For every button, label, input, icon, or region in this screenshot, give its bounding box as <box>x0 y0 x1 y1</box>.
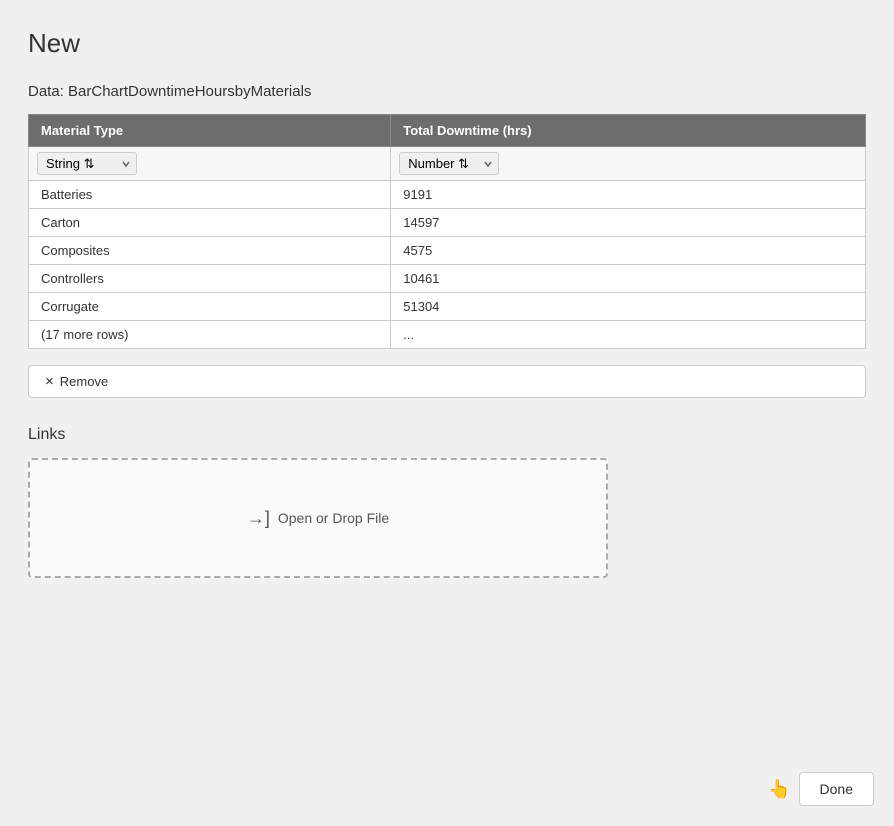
cell-material: Composites <box>29 237 391 265</box>
cell-downtime: 14597 <box>391 209 866 237</box>
table-row: Carton 14597 <box>29 209 866 237</box>
cell-material: Corrugate <box>29 293 391 321</box>
cell-downtime: 51304 <box>391 293 866 321</box>
open-file-icon: →] <box>247 508 270 529</box>
col-header-material-type: Material Type <box>29 115 391 147</box>
done-button[interactable]: Done <box>799 772 874 806</box>
remove-button[interactable]: × Remove <box>28 365 866 398</box>
data-table: Material Type Total Downtime (hrs) Strin… <box>28 114 866 349</box>
cell-downtime: 4575 <box>391 237 866 265</box>
cell-material: Batteries <box>29 181 391 209</box>
cell-material: Controllers <box>29 265 391 293</box>
cell-more-rows: (17 more rows) <box>29 321 391 349</box>
cursor-icon: 👆 <box>768 779 790 800</box>
type-selector-cell-material[interactable]: String ⇅ Number Boolean <box>29 147 391 181</box>
table-row: Batteries 9191 <box>29 181 866 209</box>
x-icon: × <box>45 373 54 390</box>
table-row: Composites 4575 <box>29 237 866 265</box>
cell-downtime: 10461 <box>391 265 866 293</box>
type-selector-cell-downtime[interactable]: Number ⇅ String Boolean <box>391 147 866 181</box>
table-row: Controllers 10461 <box>29 265 866 293</box>
drop-zone-content: →] Open or Drop File <box>247 508 389 529</box>
cell-more-rows-value: ... <box>391 321 866 349</box>
type-selector-row: String ⇅ Number Boolean Number ⇅ String … <box>29 147 866 181</box>
col-header-total-downtime: Total Downtime (hrs) <box>391 115 866 147</box>
page-container: New Data: BarChartDowntimeHoursbyMateria… <box>0 0 894 826</box>
table-row-more: (17 more rows) ... <box>29 321 866 349</box>
drop-zone[interactable]: →] Open or Drop File <box>28 458 608 578</box>
done-label: Done <box>820 781 853 797</box>
material-type-select[interactable]: String ⇅ Number Boolean <box>37 152 137 175</box>
cell-downtime: 9191 <box>391 181 866 209</box>
page-title: New <box>28 28 866 59</box>
links-section: Links →] Open or Drop File <box>28 426 866 578</box>
drop-zone-label: Open or Drop File <box>278 510 389 526</box>
downtime-type-select[interactable]: Number ⇅ String Boolean <box>399 152 499 175</box>
remove-label: Remove <box>60 374 108 389</box>
data-section-label: Data: BarChartDowntimeHoursbyMaterials <box>28 83 866 114</box>
cell-material: Carton <box>29 209 391 237</box>
done-button-container: 👆 Done <box>768 772 874 806</box>
table-row: Corrugate 51304 <box>29 293 866 321</box>
links-title: Links <box>28 426 866 444</box>
